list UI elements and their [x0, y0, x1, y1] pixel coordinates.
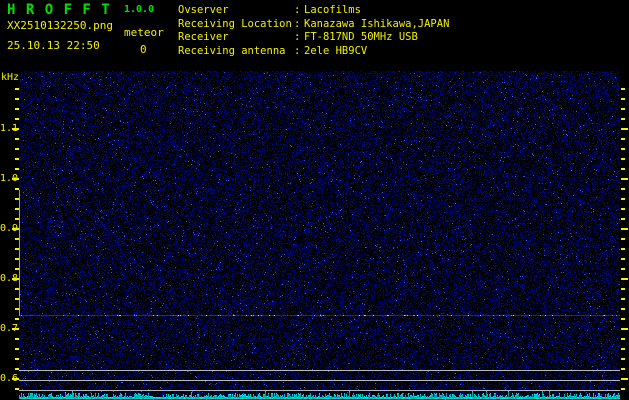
info-row: Receiver: FT-817ND 50MHz USB — [178, 31, 449, 45]
info-label: Receiving Location — [178, 17, 292, 30]
freq-minor-tick — [621, 318, 625, 320]
info-row: Receiving antenna:2ele HB9CV — [178, 45, 449, 59]
freq-major-tick — [621, 128, 628, 130]
freq-major-tick — [621, 178, 628, 180]
freq-minor-tick — [621, 138, 625, 140]
station-info-block: Ovserver: Lacofilms Receiving Location: Kan… — [178, 4, 449, 58]
freq-minor-tick — [621, 168, 625, 170]
freq-minor-tick — [621, 388, 625, 390]
freq-minor-tick — [621, 188, 625, 190]
freq-major-tick — [12, 128, 19, 130]
info-row: Receiving Location: Kanazawa Ishikawa,JAP… — [178, 18, 449, 32]
mode-label: meteor — [124, 26, 164, 39]
app-title: H R O F F T — [7, 2, 111, 18]
freq-minor-tick — [621, 148, 625, 150]
freq-minor-tick — [621, 268, 625, 270]
info-value: Lacofilms — [304, 4, 361, 16]
freq-minor-tick — [621, 108, 625, 110]
freq-minor-tick — [621, 348, 625, 350]
info-colon: : — [294, 4, 301, 16]
freq-minor-tick — [621, 258, 625, 260]
info-row: Ovserver: Lacofilms — [178, 4, 449, 18]
meteor-count: 0 — [140, 43, 147, 56]
freq-major-tick — [621, 378, 628, 380]
info-label: Receiver — [178, 31, 229, 43]
freq-minor-tick — [621, 248, 625, 250]
freq-minor-tick — [621, 298, 625, 300]
info-colon: : — [294, 31, 301, 43]
info-value: FT-817ND 50MHz USB — [304, 31, 418, 43]
freq-unit-label: kHz — [1, 72, 20, 83]
freq-minor-tick — [621, 198, 625, 200]
freq-minor-tick — [621, 358, 625, 360]
freq-minor-tick — [621, 208, 625, 210]
freq-major-tick — [12, 228, 19, 230]
freq-minor-tick — [621, 118, 625, 120]
info-value: Kanazawa Ishikawa,JAPAN — [304, 17, 450, 30]
hrofft-window: H R O F F T 1.0.0 XX2510132250.png meteo… — [0, 0, 629, 400]
freq-minor-tick — [621, 288, 625, 290]
freq-major-tick — [621, 228, 628, 230]
freq-minor-tick — [621, 158, 625, 160]
info-colon: : — [294, 17, 301, 30]
freq-minor-tick — [621, 338, 625, 340]
freq-minor-tick — [621, 88, 625, 90]
freq-minor-tick — [621, 218, 625, 220]
freq-minor-tick — [621, 238, 625, 240]
freq-major-tick — [12, 378, 19, 380]
freq-major-tick — [12, 178, 19, 180]
info-colon: : — [294, 44, 301, 57]
output-filename: XX2510132250.png — [7, 19, 113, 32]
freq-major-tick — [621, 328, 628, 330]
datetime-label: 25.10.13 22:50 — [7, 39, 100, 52]
app-version: 1.0.0 — [124, 4, 155, 15]
freq-minor-tick — [621, 98, 625, 100]
info-value: 2ele HB9CV — [304, 44, 368, 57]
info-label: Receiving antenna — [178, 44, 286, 57]
freq-major-tick — [621, 278, 628, 280]
freq-major-tick — [12, 328, 19, 330]
freq-major-tick — [12, 278, 19, 280]
info-label: Ovserver — [178, 4, 229, 16]
freq-minor-tick — [621, 368, 625, 370]
spectrogram-plot — [19, 71, 620, 400]
freq-minor-tick — [621, 308, 625, 310]
